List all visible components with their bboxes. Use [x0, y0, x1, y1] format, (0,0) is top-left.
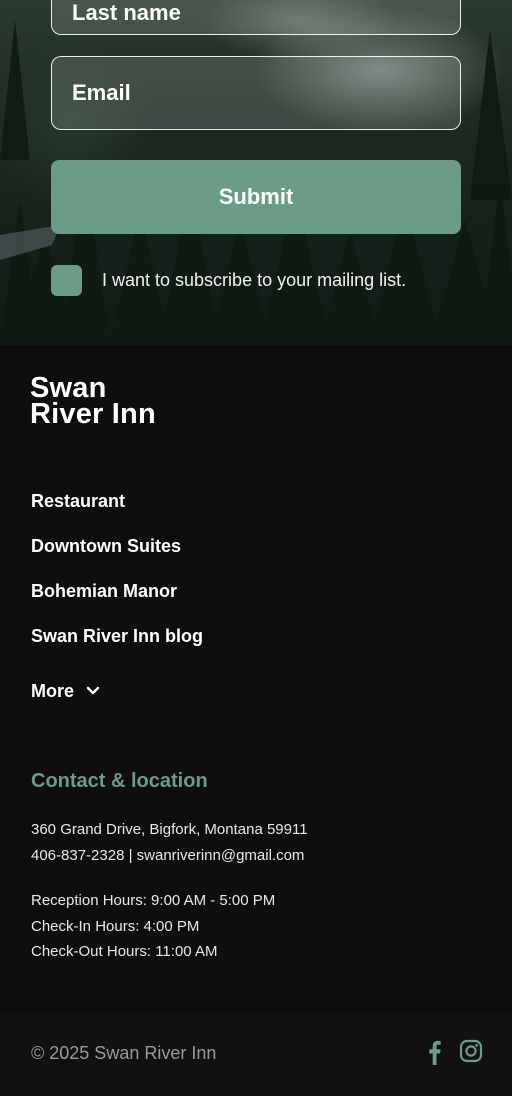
footer-bottom-bar: © 2025 Swan River Inn [0, 1013, 512, 1096]
nav-item-bohemian-manor[interactable]: Bohemian Manor [31, 578, 203, 623]
logo[interactable]: Swan River Inn [30, 374, 156, 430]
email-placeholder: Email [72, 80, 131, 105]
nav-more-label: More [31, 680, 75, 701]
contact-phone-email[interactable]: 406-837-2328 | swanriverinn@gmail.com [31, 847, 304, 864]
submit-button[interactable]: Submit [51, 160, 461, 234]
contact-title: Contact & location [31, 770, 208, 792]
copyright: © 2025 Swan River Inn [31, 1043, 217, 1063]
reception-hours: Reception Hours: 9:00 AM - 5:00 PM [31, 892, 276, 909]
nav-item-downtown-suites[interactable]: Downtown Suites [31, 533, 203, 578]
contact-address: 360 Grand Drive, Bigfork, Montana 59911 [31, 821, 308, 838]
site-footer: Swan River Inn Restaurant Downtown Suite… [0, 345, 512, 1096]
nav-item-blog[interactable]: Swan River Inn blog [31, 623, 203, 668]
nav-item-restaurant[interactable]: Restaurant [31, 488, 203, 533]
subscribe-label[interactable]: I want to subscribe to your mailing list… [102, 270, 406, 291]
last-name-placeholder: Last name [72, 0, 181, 25]
logo-line-2: River Inn [30, 398, 156, 430]
instagram-icon[interactable] [459, 1039, 483, 1068]
facebook-icon[interactable] [425, 1039, 443, 1070]
checkout-hours: Check-Out Hours: 11:00 AM [31, 943, 218, 960]
footer-nav: Restaurant Downtown Suites Bohemian Mano… [31, 488, 203, 713]
chevron-down-icon [86, 686, 100, 694]
last-name-field[interactable]: Last name [51, 0, 461, 35]
subscribe-checkbox[interactable] [51, 264, 82, 296]
email-field[interactable]: Email [51, 56, 461, 130]
checkin-hours: Check-In Hours: 4:00 PM [31, 918, 200, 935]
signup-section: Last name Email Submit I want to subscri… [0, 0, 512, 345]
subscribe-row: I want to subscribe to your mailing list… [51, 264, 406, 296]
nav-more-button[interactable]: More [31, 668, 203, 713]
